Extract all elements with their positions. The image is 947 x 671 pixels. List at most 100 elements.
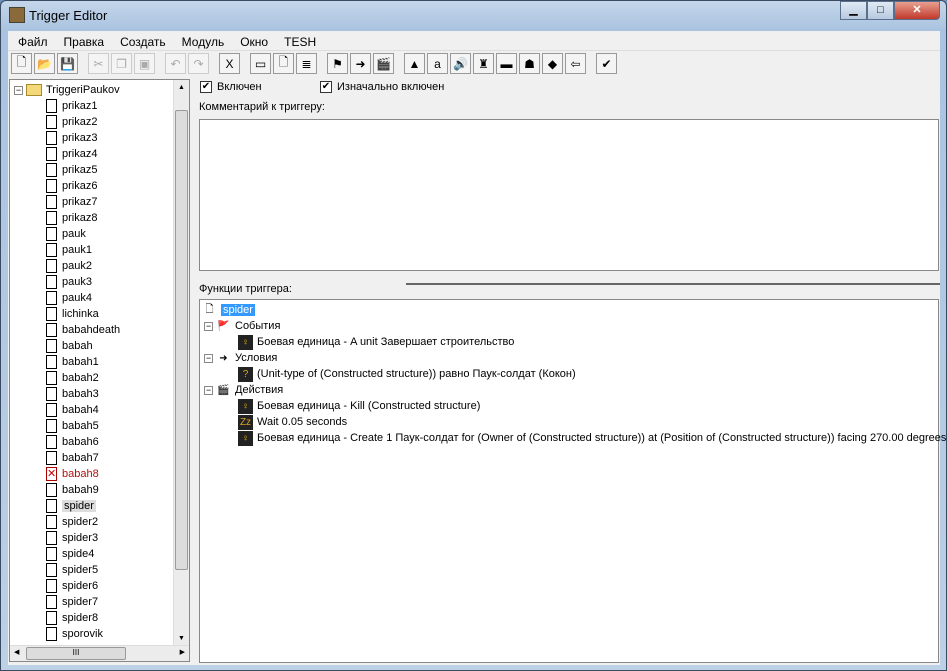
ai-editor-button[interactable]: ☗ xyxy=(519,53,540,74)
tree-item[interactable]: prikaz3 xyxy=(46,130,97,146)
tree-item[interactable]: sporovik xyxy=(46,626,103,642)
tree-item[interactable]: spider5 xyxy=(46,562,98,578)
scroll-thumb[interactable] xyxy=(175,110,188,570)
tree-item[interactable]: spide4 xyxy=(46,546,94,562)
paste-button[interactable]: ▣ xyxy=(134,53,155,74)
tree-item[interactable]: babah9 xyxy=(46,482,99,498)
import-manager-button[interactable]: ⇦ xyxy=(565,53,586,74)
scroll-left-icon[interactable]: ◀ xyxy=(14,648,19,656)
scroll-down-icon[interactable]: ▼ xyxy=(174,635,189,642)
tree-item[interactable]: lichinka xyxy=(46,306,99,322)
tree-horizontal-scrollbar[interactable]: ◀ III ▶ xyxy=(10,645,189,661)
tree-item[interactable]: prikaz2 xyxy=(46,114,97,130)
tree-root[interactable]: − TriggeriPaukov xyxy=(14,82,120,98)
events-node[interactable]: − 🚩 События xyxy=(204,318,280,334)
checkbox-box[interactable]: ✔ xyxy=(200,81,212,93)
minimize-button[interactable]: ▁ xyxy=(840,1,867,20)
event-item[interactable]: ♀ Боевая единица - A unit Завершает строи… xyxy=(238,334,514,350)
tree-item[interactable]: spider xyxy=(46,498,96,514)
tree-vertical-scrollbar[interactable]: ▲ ▼ xyxy=(173,80,189,646)
initially-on-checkbox[interactable]: ✔ Изначально включен xyxy=(320,81,444,93)
redo-button[interactable]: ↷ xyxy=(188,53,209,74)
menu-4[interactable]: Окно xyxy=(232,31,276,50)
tree-item[interactable]: babah3 xyxy=(46,386,99,402)
tree-item[interactable]: babah8 xyxy=(46,466,99,482)
new-trigger-button[interactable]: 🗋 xyxy=(273,53,294,74)
trigger-editor-button[interactable]: a xyxy=(427,53,448,74)
conditions-node[interactable]: − ➜ Условия xyxy=(204,350,277,366)
undo-button[interactable]: ↶ xyxy=(165,53,186,74)
tree-item[interactable]: prikaz5 xyxy=(46,162,97,178)
action-item[interactable]: ♀ Боевая единица - Create 1 Паук-солдат f… xyxy=(238,430,946,446)
tree-item[interactable]: spider8 xyxy=(46,610,98,626)
menu-3[interactable]: Модуль xyxy=(174,31,233,50)
tree-item[interactable]: prikaz8 xyxy=(46,210,97,226)
menu-bar: Файл Правка Создать Модуль Окно TESH xyxy=(8,31,940,51)
collapse-icon[interactable]: − xyxy=(204,321,213,331)
save-button[interactable]: 💾 xyxy=(57,53,78,74)
tree-item[interactable]: babahdeath xyxy=(46,322,120,338)
tree-item[interactable]: spider6 xyxy=(46,578,98,594)
tree-item[interactable]: pauk4 xyxy=(46,290,92,306)
condition-item[interactable]: ? (Unit-type of (Constructed structure)) … xyxy=(238,366,576,382)
menu-0[interactable]: Файл xyxy=(10,31,56,50)
test-map-button[interactable]: ✔ xyxy=(596,53,617,74)
checkbox-box[interactable]: ✔ xyxy=(320,81,332,93)
terrain-editor-button[interactable]: ▲ xyxy=(404,53,425,74)
collapse-icon[interactable]: − xyxy=(204,353,213,363)
scroll-up-icon[interactable]: ▲ xyxy=(174,84,189,91)
new-condition-button[interactable]: ➜ xyxy=(350,53,371,74)
close-x-button[interactable]: X xyxy=(219,53,240,74)
copy-button[interactable]: ❐ xyxy=(111,53,132,74)
trigger-name[interactable]: 🗋 spider xyxy=(202,302,255,318)
tree-item[interactable]: spider7 xyxy=(46,594,98,610)
cut-button[interactable]: ✂ xyxy=(88,53,109,74)
hscroll-thumb[interactable]: III xyxy=(26,647,126,660)
tree-item[interactable]: prikaz4 xyxy=(46,146,97,162)
new-event-button[interactable]: ⚑ xyxy=(327,53,348,74)
collapse-icon[interactable]: − xyxy=(204,385,213,395)
trigger-tree[interactable]: − TriggeriPaukov prikaz1 prikaz2 prikaz3 pr… xyxy=(9,79,190,662)
tree-item[interactable]: pauk xyxy=(46,226,86,242)
new-action-button[interactable]: 🎬 xyxy=(373,53,394,74)
functions-tree[interactable]: 🗋 spider − 🚩 События ♀ Боевая единица - A unit… xyxy=(199,299,946,663)
campaign-editor-button[interactable]: ▬ xyxy=(496,53,517,74)
collapse-icon[interactable]: − xyxy=(14,85,23,95)
new-category-button[interactable]: ▭ xyxy=(250,53,271,74)
tree-item[interactable]: prikaz1 xyxy=(46,98,97,114)
tree-item[interactable]: spider3 xyxy=(46,530,98,546)
tree-item[interactable]: babah7 xyxy=(46,450,99,466)
action-item[interactable]: Zz Wait 0.05 seconds xyxy=(238,414,347,430)
menu-5[interactable]: TESH xyxy=(276,31,324,50)
tree-root-label: TriggeriPaukov xyxy=(46,84,120,96)
tree-item[interactable]: babah4 xyxy=(46,402,99,418)
maximize-button[interactable]: □ xyxy=(867,1,894,20)
object-editor-button[interactable]: ♜ xyxy=(473,53,494,74)
new-comment-button[interactable]: ≣ xyxy=(296,53,317,74)
tree-item[interactable]: pauk1 xyxy=(46,242,92,258)
tree-item[interactable]: babah5 xyxy=(46,418,99,434)
tree-item[interactable]: pauk2 xyxy=(46,258,92,274)
new-button[interactable]: 🗋 xyxy=(11,53,32,74)
tree-item[interactable]: babah1 xyxy=(46,354,99,370)
enabled-checkbox[interactable]: ✔ Включен xyxy=(200,81,262,93)
splitter[interactable] xyxy=(406,283,940,285)
close-button[interactable]: ✕ xyxy=(894,1,940,20)
tree-item-label: babah1 xyxy=(62,356,99,368)
action-item[interactable]: ♀ Боевая единица - Kill (Constructed stru… xyxy=(238,398,480,414)
tree-item[interactable]: prikaz6 xyxy=(46,178,97,194)
scroll-right-icon[interactable]: ▶ xyxy=(180,648,185,656)
menu-1[interactable]: Правка xyxy=(56,31,113,50)
comment-textarea[interactable] xyxy=(199,119,939,271)
tree-item[interactable]: babah2 xyxy=(46,370,99,386)
open-button[interactable]: 📂 xyxy=(34,53,55,74)
object-manager-button[interactable]: ◆ xyxy=(542,53,563,74)
tree-item[interactable]: spider2 xyxy=(46,514,98,530)
tree-item[interactable]: babah6 xyxy=(46,434,99,450)
sound-editor-button[interactable]: 🔊 xyxy=(450,53,471,74)
tree-item[interactable]: pauk3 xyxy=(46,274,92,290)
tree-item[interactable]: prikaz7 xyxy=(46,194,97,210)
tree-item[interactable]: babah xyxy=(46,338,93,354)
actions-node[interactable]: − 🎬 Действия xyxy=(204,382,283,398)
menu-2[interactable]: Создать xyxy=(112,31,174,50)
